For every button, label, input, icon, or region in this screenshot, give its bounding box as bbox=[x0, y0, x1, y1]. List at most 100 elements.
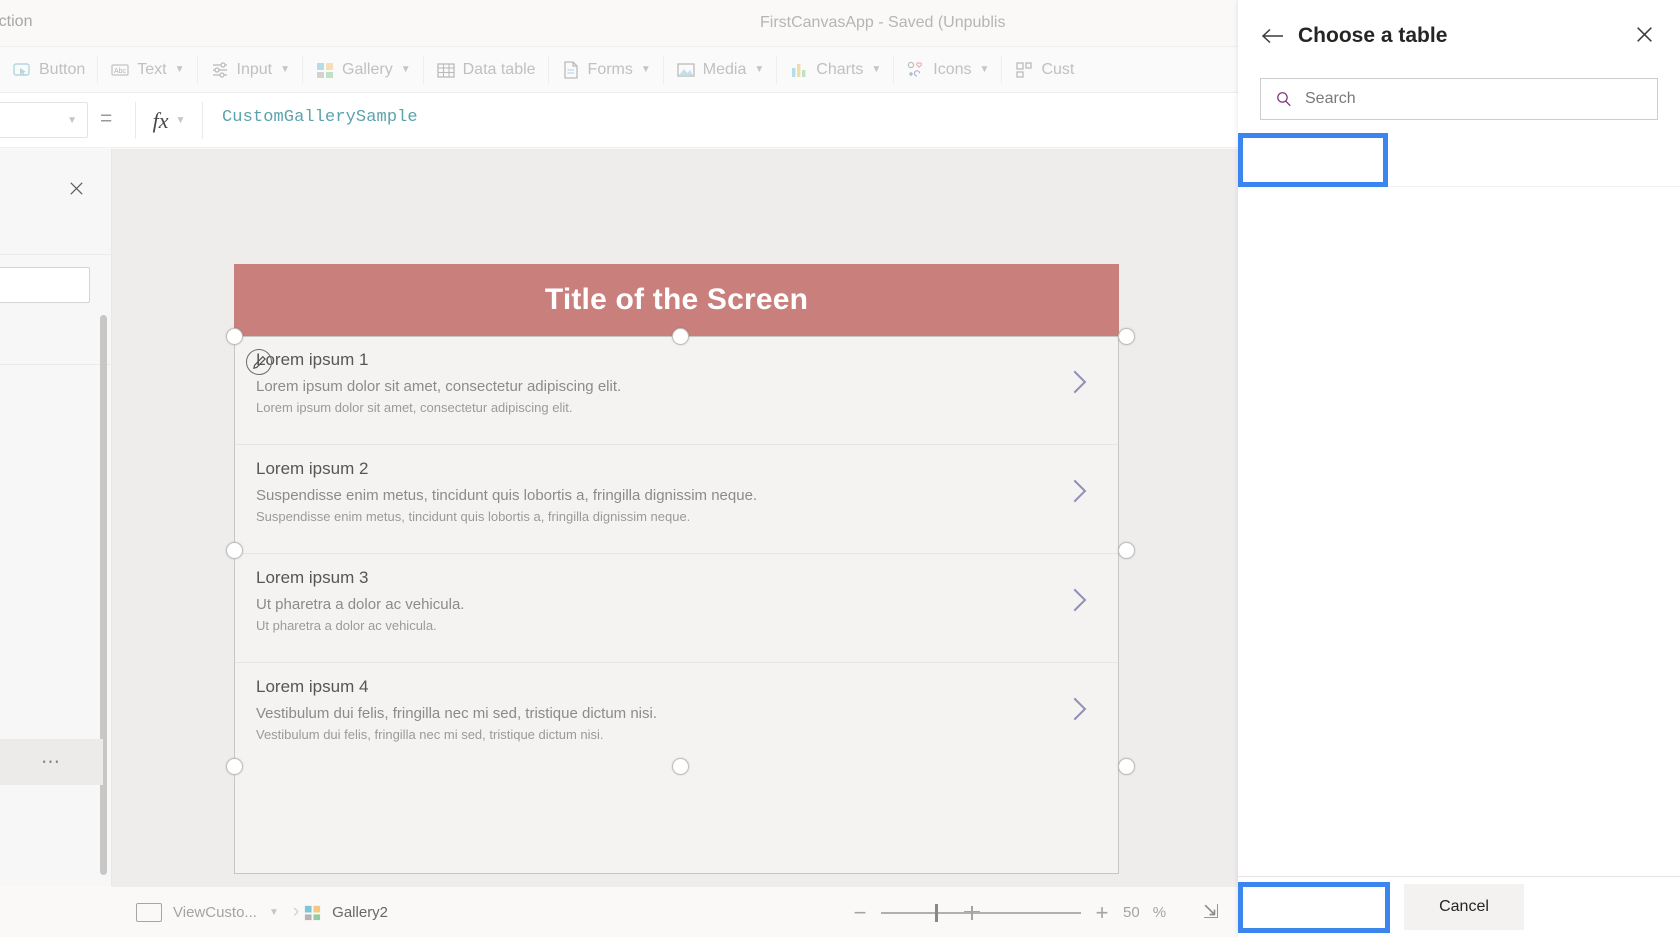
gallery-item-body: Lorem ipsum dolor sit amet, consectetur … bbox=[256, 400, 573, 415]
ribbon-item-data-table[interactable]: Data table bbox=[424, 46, 548, 93]
gallery-item-title: Lorem ipsum 2 bbox=[256, 459, 369, 478]
left-pane-row-overflow[interactable]: ⋯ bbox=[0, 739, 103, 785]
resize-handle-middle-left[interactable] bbox=[226, 542, 243, 559]
zoom-slider-thumb[interactable] bbox=[935, 903, 938, 922]
screen-scope-label: ViewCusto... bbox=[173, 903, 257, 921]
breadcrumb-control-label: Gallery2 bbox=[332, 903, 389, 921]
left-pane-search-input[interactable] bbox=[0, 267, 90, 303]
resize-handle-middle-right[interactable] bbox=[1118, 542, 1135, 559]
ribbon-item-charts[interactable]: Charts ▼ bbox=[777, 46, 893, 93]
gallery-control[interactable]: Lorem ipsum 1 Lorem ipsum dolor sit amet… bbox=[234, 336, 1119, 774]
table-search-box[interactable]: Search bbox=[1260, 78, 1658, 120]
gallery-item[interactable]: Lorem ipsum 4 Vestibulum dui felis, frin… bbox=[234, 663, 1119, 772]
left-pane-divider bbox=[0, 254, 112, 255]
pencil-icon bbox=[252, 355, 266, 369]
zoom-slider-tick bbox=[971, 905, 973, 920]
ribbon-label-icons: Icons bbox=[933, 60, 972, 78]
ribbon-item-custom[interactable]: Cust bbox=[1002, 46, 1086, 93]
gallery-icon bbox=[305, 905, 321, 920]
ribbon-item-icons[interactable]: Icons ▼ bbox=[894, 46, 1001, 93]
left-pane-close-button[interactable] bbox=[63, 175, 89, 201]
ribbon-label-data-table: Data table bbox=[462, 60, 536, 78]
data-table-icon bbox=[436, 62, 455, 78]
ribbon-label-media: Media bbox=[702, 60, 747, 78]
charts-bar-icon bbox=[792, 63, 806, 77]
gallery-item[interactable]: Lorem ipsum 3 Ut pharetra a dolor ac veh… bbox=[234, 554, 1119, 663]
insert-ribbon: Button Abc Text ▼ Input ▼ Gallery ▼ Data… bbox=[0, 46, 1238, 93]
left-side-pane: ⋯ bbox=[0, 149, 112, 886]
gallery-item-body: Suspendisse enim metus, tincidunt quis l… bbox=[256, 509, 691, 524]
svg-text:Abc: Abc bbox=[114, 68, 127, 75]
resize-handle-bottom-left[interactable] bbox=[226, 758, 243, 775]
ribbon-label-charts: Charts bbox=[816, 60, 864, 78]
chevron-down-icon: ▼ bbox=[174, 64, 185, 75]
property-selector[interactable]: ▼ bbox=[0, 102, 88, 138]
gallery-item-subtitle: Suspendisse enim metus, tincidunt quis l… bbox=[256, 487, 758, 504]
canvas-area[interactable]: Title of the Screen Lorem ipsum 1 Lorem … bbox=[112, 149, 1238, 886]
panel-title: Choose a table bbox=[1298, 24, 1448, 47]
search-icon bbox=[1277, 92, 1291, 107]
ribbon-label-input: Input bbox=[236, 60, 273, 78]
action-label: Action bbox=[0, 13, 33, 30]
gallery-item-title: Lorem ipsum 1 bbox=[256, 350, 369, 369]
ribbon-item-button[interactable]: Button bbox=[0, 46, 97, 93]
screen-icon bbox=[136, 902, 162, 922]
more-options-icon: ⋯ bbox=[41, 751, 62, 773]
zoom-value: 50 bbox=[1123, 904, 1140, 921]
button-icon bbox=[13, 62, 30, 76]
ribbon-item-media[interactable]: Media ▼ bbox=[664, 46, 776, 93]
gallery-item[interactable]: Lorem ipsum 2 Suspendisse enim metus, ti… bbox=[234, 445, 1119, 554]
panel-back-button[interactable] bbox=[1260, 22, 1288, 50]
formula-bar: ▼ = fx ▼ CustomGallerySample bbox=[0, 93, 1238, 148]
fx-icon: fx bbox=[152, 107, 169, 133]
app-screen: Title of the Screen Lorem ipsum 1 Lorem … bbox=[234, 264, 1119, 874]
connect-button-highlight-box bbox=[1238, 882, 1390, 933]
gallery-item-title: Lorem ipsum 3 bbox=[256, 568, 369, 587]
formula-input[interactable]: CustomGallerySample bbox=[222, 108, 418, 127]
gallery-item-body: Vestibulum dui felis, fringilla nec mi s… bbox=[256, 727, 604, 742]
ribbon-item-text[interactable]: Abc Text ▼ bbox=[98, 46, 196, 93]
ribbon-item-forms[interactable]: Forms ▼ bbox=[549, 46, 663, 93]
zoom-controls: − + 50 % ⇲ bbox=[852, 887, 1219, 937]
gallery-item-subtitle: Ut pharetra a dolor ac vehicula. bbox=[256, 596, 465, 613]
ribbon-item-input[interactable]: Input ▼ bbox=[198, 46, 303, 93]
arrow-left-icon bbox=[1261, 28, 1283, 44]
chevron-down-icon: ▼ bbox=[754, 64, 765, 75]
resize-handle-bottom-right[interactable] bbox=[1118, 758, 1135, 775]
left-pane-scrollbar[interactable] bbox=[100, 315, 107, 875]
resize-handle-top-right[interactable] bbox=[1118, 328, 1135, 345]
zoom-slider[interactable] bbox=[881, 903, 1081, 922]
close-icon bbox=[1636, 26, 1652, 42]
screen-scope-selector[interactable]: ViewCusto... ▼ bbox=[136, 902, 279, 922]
search-placeholder: Search bbox=[1305, 90, 1356, 107]
ribbon-label-gallery: Gallery bbox=[342, 60, 393, 78]
gallery-item[interactable]: Lorem ipsum 1 Lorem ipsum dolor sit amet… bbox=[234, 336, 1119, 445]
breadcrumb-separator-icon: › bbox=[292, 901, 300, 922]
breadcrumb-control[interactable]: Gallery2 bbox=[303, 903, 388, 922]
gallery-item-body: Ut pharetra a dolor ac vehicula. bbox=[256, 618, 437, 633]
zoom-in-button[interactable]: + bbox=[1094, 900, 1110, 926]
power-apps-studio: Action FirstCanvasApp - Saved (Unpublis … bbox=[0, 0, 1680, 937]
equals-sign: = bbox=[100, 107, 113, 130]
gallery-item-subtitle: Vestibulum dui felis, fringilla nec mi s… bbox=[256, 705, 658, 722]
left-pane-divider-2 bbox=[0, 364, 112, 365]
fit-to-screen-icon[interactable]: ⇲ bbox=[1203, 901, 1219, 924]
chevron-down-icon: ▼ bbox=[67, 114, 77, 126]
resize-handle-top-left[interactable] bbox=[226, 328, 243, 345]
cancel-button[interactable]: Cancel bbox=[1404, 884, 1524, 930]
resize-handle-top-center[interactable] bbox=[672, 328, 689, 345]
fx-toggle-button[interactable]: fx ▼ bbox=[135, 102, 203, 139]
chevron-down-icon: ▼ bbox=[400, 64, 411, 75]
chevron-down-icon: ▼ bbox=[979, 64, 990, 75]
close-icon bbox=[69, 181, 83, 195]
zoom-out-button[interactable]: − bbox=[852, 900, 868, 926]
chevron-down-icon: ▼ bbox=[268, 906, 279, 918]
panel-close-button[interactable] bbox=[1630, 20, 1658, 48]
ribbon-item-gallery[interactable]: Gallery ▼ bbox=[303, 46, 423, 93]
media-image-icon bbox=[677, 62, 695, 77]
edit-pencil-button[interactable] bbox=[246, 349, 272, 375]
resize-handle-bottom-center[interactable] bbox=[672, 758, 689, 775]
chevron-down-icon: ▼ bbox=[280, 64, 291, 75]
input-sliders-icon bbox=[212, 61, 227, 78]
forms-icon bbox=[563, 60, 578, 79]
